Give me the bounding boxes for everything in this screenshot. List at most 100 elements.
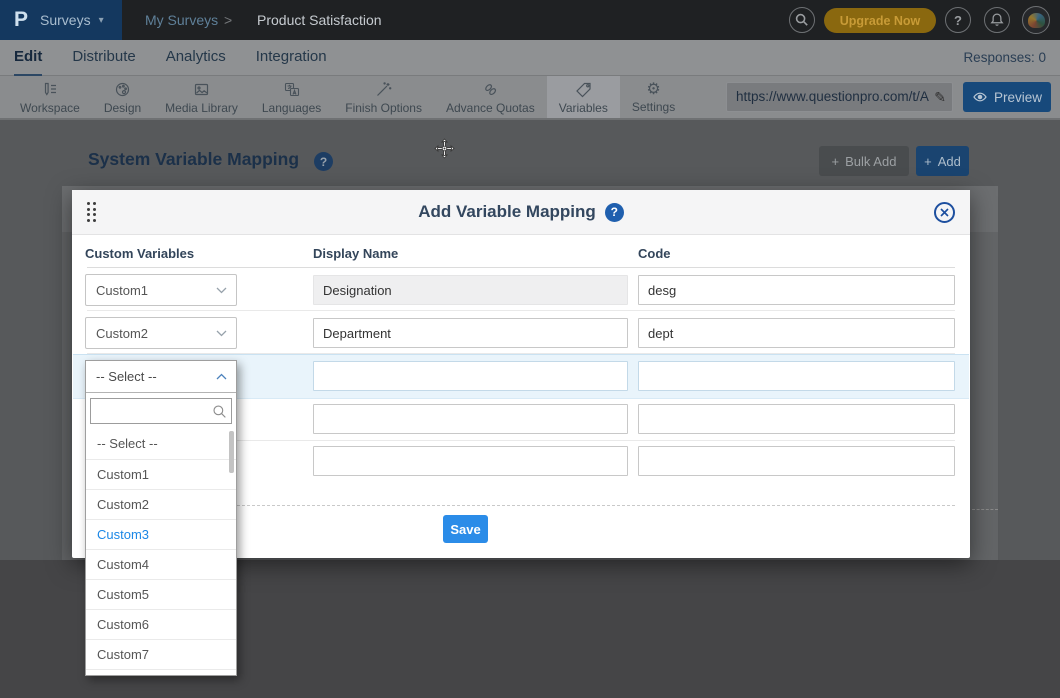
tab-edit[interactable]: Edit xyxy=(14,40,42,76)
survey-url-value: https://www.questionpro.com/t/A xyxy=(736,89,929,104)
display-name-input-row3[interactable] xyxy=(313,361,628,391)
question-mark-icon: ? xyxy=(954,13,962,28)
chevron-up-icon xyxy=(216,373,227,380)
column-header-code: Code xyxy=(638,246,671,261)
plus-icon: + xyxy=(832,154,840,169)
page-title: System Variable Mapping xyxy=(88,149,299,170)
variable-dropdown-panel: -- Select -- -- Select -- Custom1 Custom… xyxy=(85,360,237,676)
eye-icon xyxy=(972,89,988,105)
display-name-input-row1[interactable] xyxy=(313,275,628,305)
drag-handle-icon[interactable] xyxy=(87,202,96,222)
toolbar-item-design[interactable]: Design xyxy=(92,76,153,118)
page-help-icon[interactable]: ? xyxy=(314,152,333,171)
search-button[interactable] xyxy=(789,7,815,33)
dialog-help-icon[interactable]: ? xyxy=(605,203,624,222)
product-menu[interactable]: P Surveys ▾ xyxy=(0,0,122,40)
bulk-add-button[interactable]: + Bulk Add xyxy=(819,146,909,176)
breadcrumb-current: Product Satisfaction xyxy=(257,0,382,40)
toolbar-label: Settings xyxy=(632,100,675,114)
code-input-row3[interactable] xyxy=(638,361,955,391)
chevron-down-icon xyxy=(216,287,227,294)
questionpro-logo-icon: P xyxy=(14,0,28,40)
search-icon xyxy=(793,11,811,29)
dropdown-options-list: -- Select -- Custom1 Custom2 Custom3 Cus… xyxy=(86,429,236,675)
languages-icon xyxy=(282,80,301,99)
bell-icon xyxy=(988,11,1006,29)
close-icon xyxy=(940,208,949,217)
dropdown-search-box xyxy=(90,398,232,424)
variable-select-row3-open[interactable]: -- Select -- xyxy=(86,361,236,393)
notifications-button[interactable] xyxy=(984,7,1010,33)
responses-count: Responses: 0 xyxy=(963,40,1046,76)
toolbar-item-settings[interactable]: ⚙ Settings xyxy=(620,76,687,118)
page-dashed-divider xyxy=(972,509,998,510)
media-library-icon xyxy=(192,80,211,99)
add-button[interactable]: + Add xyxy=(916,146,969,176)
app-window: P Surveys ▾ My Surveys > Product Satisfa… xyxy=(0,0,1060,698)
advance-quotas-icon xyxy=(481,80,500,99)
toolbar-item-variables[interactable]: Variables xyxy=(547,76,620,118)
chevron-down-icon xyxy=(216,330,227,337)
breadcrumb-parent[interactable]: My Surveys xyxy=(145,0,218,40)
edit-toolbar: Workspace Design Media Library Languages… xyxy=(0,76,1060,120)
nav-tabs: Edit Distribute Analytics Integration xyxy=(0,40,1060,76)
variable-select-value: Custom1 xyxy=(96,283,148,298)
edit-url-icon[interactable]: ✎ xyxy=(934,83,946,111)
preview-label: Preview xyxy=(994,90,1042,105)
dropdown-option-select[interactable]: -- Select -- xyxy=(86,429,236,459)
display-name-input-row5[interactable] xyxy=(313,446,628,476)
tab-analytics[interactable]: Analytics xyxy=(166,40,226,76)
magnifier-icon xyxy=(211,403,228,420)
toolbar-label: Languages xyxy=(262,101,321,115)
toolbar-item-workspace[interactable]: Workspace xyxy=(8,76,92,118)
dropdown-option-partial xyxy=(86,669,236,675)
row-divider xyxy=(87,310,955,311)
dropdown-option-custom5[interactable]: Custom5 xyxy=(86,579,236,609)
dropdown-option-custom6[interactable]: Custom6 xyxy=(86,609,236,639)
toolbar-label: Design xyxy=(104,101,141,115)
upgrade-now-button[interactable]: Upgrade Now xyxy=(824,8,936,33)
toolbar-item-languages[interactable]: Languages xyxy=(250,76,333,118)
survey-url-field[interactable]: https://www.questionpro.com/t/A ✎ xyxy=(726,82,953,112)
display-name-input-row4[interactable] xyxy=(313,404,628,434)
dropdown-option-custom7[interactable]: Custom7 xyxy=(86,639,236,669)
dropdown-option-custom3[interactable]: Custom3 xyxy=(86,519,236,549)
toolbar-label: Variables xyxy=(559,101,608,115)
toolbar-item-media-library[interactable]: Media Library xyxy=(153,76,250,118)
variable-select-value: -- Select -- xyxy=(96,369,157,384)
variables-icon xyxy=(574,80,593,99)
caret-down-icon: ▾ xyxy=(99,15,104,26)
variable-select-row1[interactable]: Custom1 xyxy=(85,274,237,306)
toolbar-item-finish-options[interactable]: Finish Options xyxy=(333,76,434,118)
settings-icon: ⚙ xyxy=(646,81,660,98)
toolbar-item-advance-quotas[interactable]: Advance Quotas xyxy=(434,76,547,118)
save-button[interactable]: Save xyxy=(443,515,488,543)
dialog-header: Add Variable Mapping ? xyxy=(72,190,970,235)
preview-button[interactable]: Preview xyxy=(963,82,1051,112)
dropdown-option-custom2[interactable]: Custom2 xyxy=(86,489,236,519)
dropdown-search-input[interactable] xyxy=(91,399,231,423)
bulk-add-label: Bulk Add xyxy=(845,154,896,169)
design-icon xyxy=(113,80,132,99)
toolbar-label: Finish Options xyxy=(345,101,422,115)
user-avatar[interactable] xyxy=(1022,6,1050,34)
code-input-row2[interactable] xyxy=(638,318,955,348)
dropdown-scrollbar[interactable] xyxy=(229,431,234,473)
dropdown-option-custom1[interactable]: Custom1 xyxy=(86,459,236,489)
dialog-title: Add Variable Mapping xyxy=(418,202,596,222)
code-input-row5[interactable] xyxy=(638,446,955,476)
top-bar: P Surveys ▾ My Surveys > Product Satisfa… xyxy=(0,0,1060,40)
tab-integration[interactable]: Integration xyxy=(256,40,327,76)
display-name-input-row2[interactable] xyxy=(313,318,628,348)
close-button[interactable] xyxy=(934,202,955,223)
breadcrumb-separator: > xyxy=(224,0,232,40)
code-input-row1[interactable] xyxy=(638,275,955,305)
survey-nav: Edit Distribute Analytics Integration Re… xyxy=(0,40,1060,76)
tab-distribute[interactable]: Distribute xyxy=(72,40,135,76)
add-label: Add xyxy=(938,154,961,169)
help-button[interactable]: ? xyxy=(945,7,971,33)
toolbar-label: Media Library xyxy=(165,101,238,115)
dropdown-option-custom4[interactable]: Custom4 xyxy=(86,549,236,579)
variable-select-row2[interactable]: Custom2 xyxy=(85,317,237,349)
code-input-row4[interactable] xyxy=(638,404,955,434)
